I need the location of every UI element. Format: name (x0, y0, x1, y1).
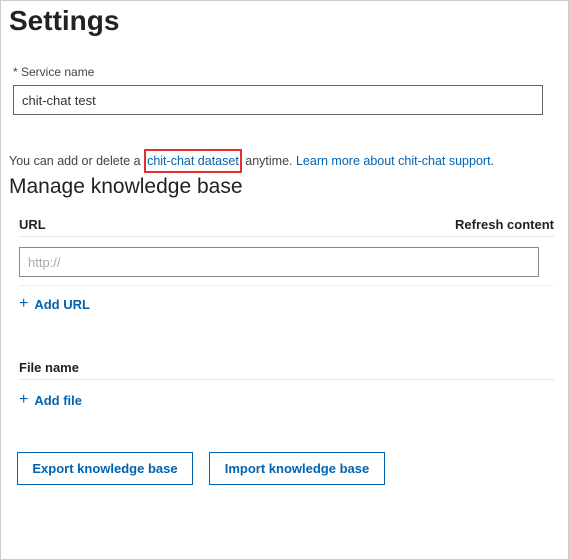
add-file-button[interactable]: + Add file (19, 390, 82, 410)
chit-chat-dataset-link[interactable]: chit-chat dataset (147, 154, 239, 168)
refresh-column-header: Refresh content (455, 217, 554, 232)
page-title: Settings (9, 5, 560, 37)
desc-mid: anytime. (242, 154, 296, 168)
service-name-label: * Service name (13, 65, 560, 79)
file-name-header: File name (19, 360, 554, 380)
kb-actions-row: Export knowledge base Import knowledge b… (17, 452, 560, 485)
export-kb-button[interactable]: Export knowledge base (17, 452, 193, 485)
add-file-label: Add file (34, 393, 82, 408)
add-url-button[interactable]: + Add URL (19, 294, 90, 314)
import-kb-button[interactable]: Import knowledge base (209, 452, 385, 485)
chit-chat-description: You can add or delete a chit-chat datase… (9, 149, 560, 173)
url-column-header: URL (19, 217, 46, 232)
chit-chat-dataset-highlight: chit-chat dataset (144, 149, 242, 173)
service-name-input[interactable] (13, 85, 543, 115)
learn-more-link[interactable]: Learn more about chit-chat support. (296, 154, 494, 168)
url-row-header: URL Refresh content (19, 217, 554, 237)
plus-icon: + (19, 296, 28, 312)
url-input[interactable] (19, 247, 539, 277)
kb-section: URL Refresh content + Add URL File name … (9, 217, 560, 410)
add-url-label: Add URL (34, 297, 90, 312)
desc-prefix: You can add or delete a (9, 154, 144, 168)
plus-icon: + (19, 392, 28, 408)
divider (19, 285, 554, 286)
manage-kb-heading: Manage knowledge base (9, 175, 560, 199)
